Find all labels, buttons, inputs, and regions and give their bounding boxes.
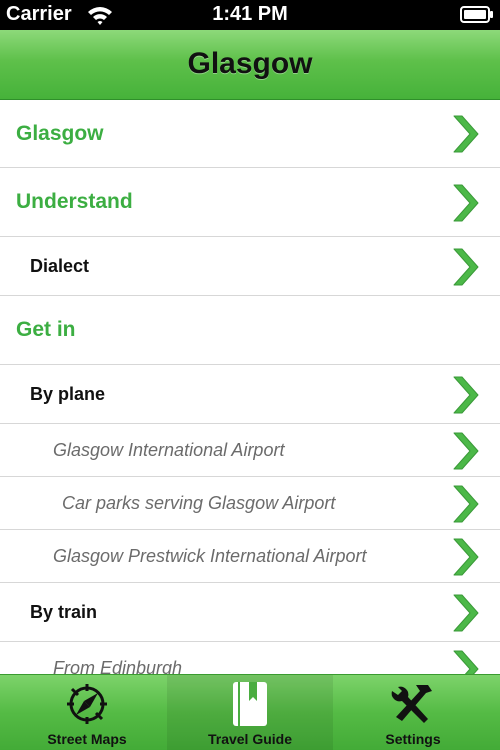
tab-bar: Street Maps Travel Guide Settings [0, 674, 500, 750]
tools-icon [391, 685, 432, 723]
chevron-right-icon [453, 485, 479, 523]
compass-icon [67, 684, 107, 724]
clock-label: 1:41 PM [212, 3, 288, 25]
book-icon [233, 682, 267, 726]
list-item[interactable]: Get in [0, 296, 500, 365]
list-item[interactable]: Glasgow [0, 100, 500, 168]
tab-label: Street Maps [47, 731, 127, 747]
chevron-right-icon [453, 115, 479, 153]
list-item-label: Get in [16, 318, 76, 341]
list-item-label: From Edinburgh [53, 658, 183, 674]
list-item-label: Glasgow [16, 122, 104, 145]
list-item[interactable]: By plane [0, 365, 500, 424]
tab-travel-guide[interactable]: Travel Guide [167, 675, 333, 750]
tab-label: Travel Guide [207, 731, 293, 747]
table-of-contents-list[interactable]: Glasgow Understand Dialect Get in By plane Gl… [0, 100, 500, 674]
list-item[interactable]: By train [0, 583, 500, 642]
chevron-right-icon [453, 538, 479, 576]
navigation-bar: Glasgow [0, 30, 500, 100]
list-item-label: By plane [30, 384, 106, 404]
list-item[interactable]: Car parks serving Glasgow Airport [0, 477, 500, 530]
list-item-label: Car parks serving Glasgow Airport [62, 493, 336, 513]
chevron-right-icon [453, 594, 479, 632]
chevron-right-icon [453, 248, 479, 286]
page-title: Glasgow [187, 47, 313, 80]
list-item-label: Understand [16, 190, 133, 213]
list-item-label: Dialect [30, 256, 90, 276]
status-bar: Carrier 1:41 PM [0, 0, 500, 30]
tab-settings[interactable]: Settings [330, 675, 496, 750]
list-item-label: Glasgow Prestwick International Airport [53, 546, 367, 566]
list-item-label: By train [30, 602, 98, 622]
battery-icon [460, 6, 493, 23]
chevron-right-icon [453, 432, 479, 470]
tab-label: Settings [385, 731, 441, 747]
list-item[interactable]: Understand [0, 168, 500, 237]
list-item[interactable]: Glasgow Prestwick International Airport [0, 530, 500, 583]
list-item-label: Glasgow International Airport [53, 440, 285, 460]
chevron-right-icon [453, 376, 479, 414]
tab-street-maps[interactable]: Street Maps [4, 675, 170, 750]
chevron-right-icon [453, 184, 479, 222]
list-item[interactable]: Glasgow International Airport [0, 424, 500, 477]
list-item[interactable]: Dialect [0, 237, 500, 296]
chevron-right-icon [453, 650, 479, 674]
list-item[interactable]: From Edinburgh [0, 642, 500, 674]
